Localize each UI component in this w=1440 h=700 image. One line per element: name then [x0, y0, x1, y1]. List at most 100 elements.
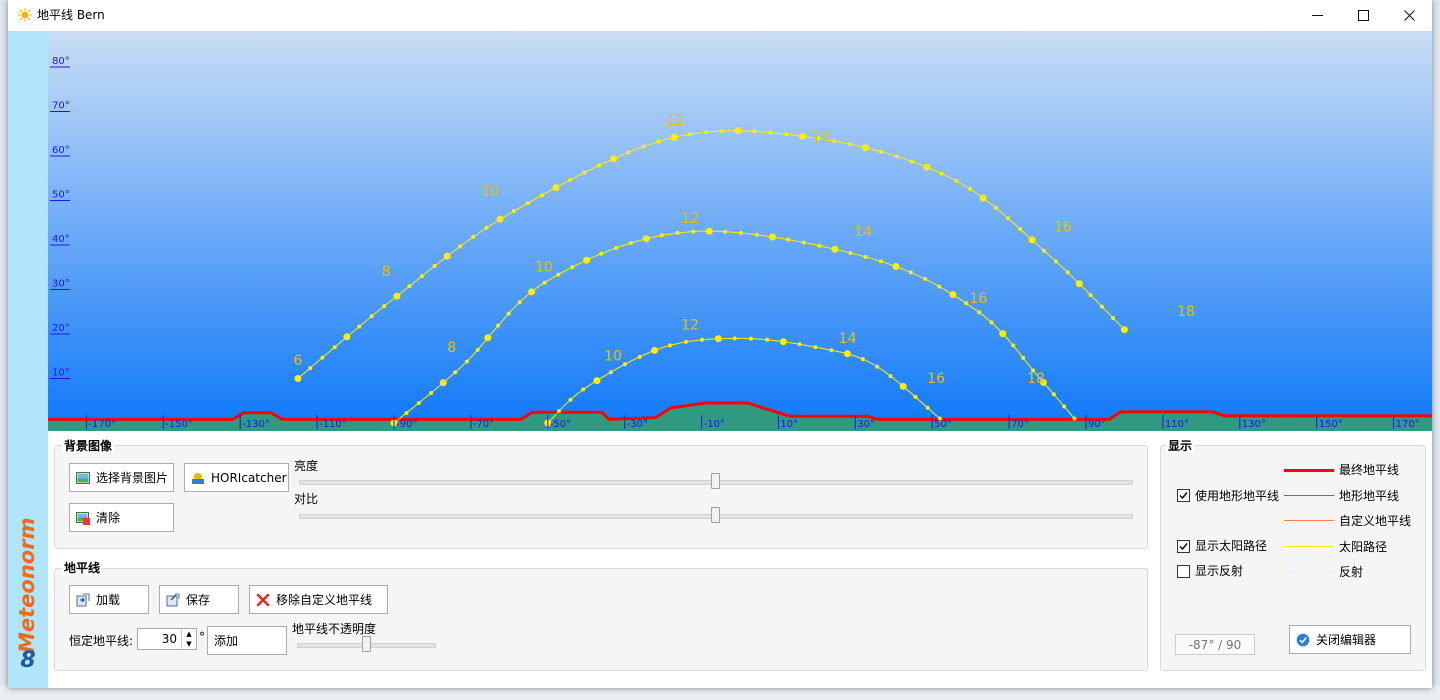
sun-path-point [597, 163, 601, 168]
x-tick-label: -170° [88, 419, 116, 430]
sun-path-point [637, 354, 642, 359]
x-tick-label: -70° [473, 419, 494, 430]
maximize-button[interactable] [1340, 0, 1386, 31]
sun-path-point [641, 144, 646, 149]
sun-path-point [1042, 248, 1046, 253]
brightness-label: 亮度 [294, 459, 319, 473]
sun-path-point [939, 171, 944, 176]
horizon-group-title: 地平线 [62, 561, 103, 575]
brightness-slider-thumb[interactable] [711, 473, 720, 489]
title-bar[interactable]: 地平线 Bern [8, 0, 1432, 31]
fixed-horizon-value[interactable]: 30 [138, 632, 181, 646]
hour-label: 6 [293, 353, 302, 369]
hour-label: 12 [681, 318, 699, 334]
sun-path-point [684, 339, 688, 344]
close-editor-label: 关闭编辑器 [1316, 633, 1377, 647]
sun-path-point [831, 245, 839, 253]
hour-label: 8 [382, 264, 391, 280]
sun-path-point [357, 324, 362, 329]
brand-version: 8 [20, 648, 36, 673]
clear-background-button[interactable]: 清除 [69, 503, 174, 532]
save-horizon-button[interactable]: 保存 [159, 585, 239, 614]
sun-path-point [443, 252, 451, 260]
sun-path-point [979, 194, 987, 202]
sun-path-point [925, 405, 930, 410]
stepper-down-icon[interactable]: ▼ [182, 639, 196, 649]
sun-path-point [899, 382, 907, 390]
sun-path-point [471, 234, 476, 239]
show-reflection-checkbox[interactable] [1177, 565, 1190, 578]
horicatcher-button[interactable]: HORIcatcher [184, 463, 289, 492]
y-tick-label: 50° [52, 190, 70, 201]
degree-symbol: ° [199, 630, 205, 644]
contrast-slider-thumb[interactable] [711, 507, 720, 523]
sun-path-point [954, 178, 959, 183]
sun-path-point [668, 343, 672, 348]
sun-path-point [475, 347, 480, 352]
hour-label: 18 [1027, 371, 1045, 387]
sun-path-point [484, 334, 492, 342]
x-tick-label: 10° [780, 419, 798, 430]
x-tick-label: -130° [242, 419, 270, 430]
sun-path-point [568, 177, 573, 182]
sun-path-point [909, 159, 914, 164]
remove-x-icon [256, 593, 270, 606]
sun-path-point [308, 366, 313, 371]
close-editor-button[interactable]: 关闭编辑器 [1289, 625, 1411, 654]
minimize-button[interactable] [1294, 0, 1340, 31]
minimize-icon [1311, 15, 1323, 16]
x-tick-label: 150° [1319, 419, 1343, 430]
sun-path-point [517, 300, 522, 305]
legend-custom-label: 自定义地平线 [1339, 514, 1412, 528]
sun-path-point [593, 377, 601, 385]
sun-path-point [369, 314, 374, 319]
sun-path-point [656, 139, 661, 144]
close-button[interactable] [1386, 0, 1432, 31]
horizon-opacity-slider-thumb[interactable] [361, 636, 371, 652]
stepper-up-icon[interactable]: ▲ [182, 629, 196, 639]
show-sun-path-label: 显示太阳路径 [1195, 539, 1268, 553]
maximize-icon [1357, 10, 1369, 21]
x-tick-label: -150° [165, 419, 193, 430]
x-tick-label: 170° [1396, 419, 1420, 430]
add-horizon-button[interactable]: 添加 [207, 626, 287, 655]
sun-path-point [629, 241, 633, 245]
sun-path-point [420, 274, 424, 279]
add-label: 添加 [214, 634, 239, 648]
load-horizon-button[interactable]: 加载 [69, 585, 149, 614]
legend-sun-label: 太阳路径 [1339, 540, 1388, 554]
sun-path-point [739, 231, 743, 235]
sun-path-point [923, 277, 928, 281]
sun-path-point [557, 409, 561, 414]
background-group-title: 背景图像 [62, 439, 115, 453]
sun-path-point [801, 240, 806, 245]
hour-label: 14 [854, 224, 872, 240]
sun-path-point [769, 233, 776, 241]
stepper-arrows[interactable]: ▲ ▼ [181, 629, 196, 649]
sun-path-chart[interactable]: 6 8 10 12 14 16 18 8 10 12 14 16 18 10 12 14 16 10° 20° 30… [48, 31, 1432, 431]
image-icon [76, 471, 90, 484]
sun-path-point [458, 244, 463, 249]
clear-background-label: 清除 [96, 511, 121, 525]
show-sun-path-checkbox[interactable] [1177, 540, 1190, 553]
sun-path-point [688, 132, 693, 137]
use-terrain-checkbox[interactable] [1177, 489, 1190, 502]
sun-path-point [1011, 343, 1016, 348]
fixed-horizon-stepper[interactable]: 30 ▲ ▼ [137, 628, 197, 650]
load-label: 加载 [96, 593, 121, 607]
hour-label: 8 [447, 340, 456, 356]
remove-custom-horizon-button[interactable]: 移除自定义地平线 [249, 585, 388, 614]
sun-path-point [700, 337, 705, 342]
sun-path-point [989, 320, 994, 325]
position-readout-value: -87° / 90 [1188, 637, 1242, 652]
sun-path-point [651, 346, 659, 354]
use-terrain-label: 使用地形地平线 [1195, 489, 1280, 503]
load-icon [76, 593, 90, 606]
select-background-button[interactable]: 选择背景图片 [69, 463, 174, 492]
sun-path-point [752, 129, 757, 134]
legend-sun-line [1284, 546, 1334, 547]
sun-path-point [610, 155, 618, 163]
horizon-editor-window: 地平线 Bern Meteonorm 8 6 8 10 12 14 16 18 8 10 12 14… [8, 0, 1432, 688]
sun-path-point [320, 355, 325, 360]
editor-panels: 背景图像 选择背景图片 HORIcatcher 清除 亮度 对比 地平线 加载 … [48, 431, 1432, 688]
